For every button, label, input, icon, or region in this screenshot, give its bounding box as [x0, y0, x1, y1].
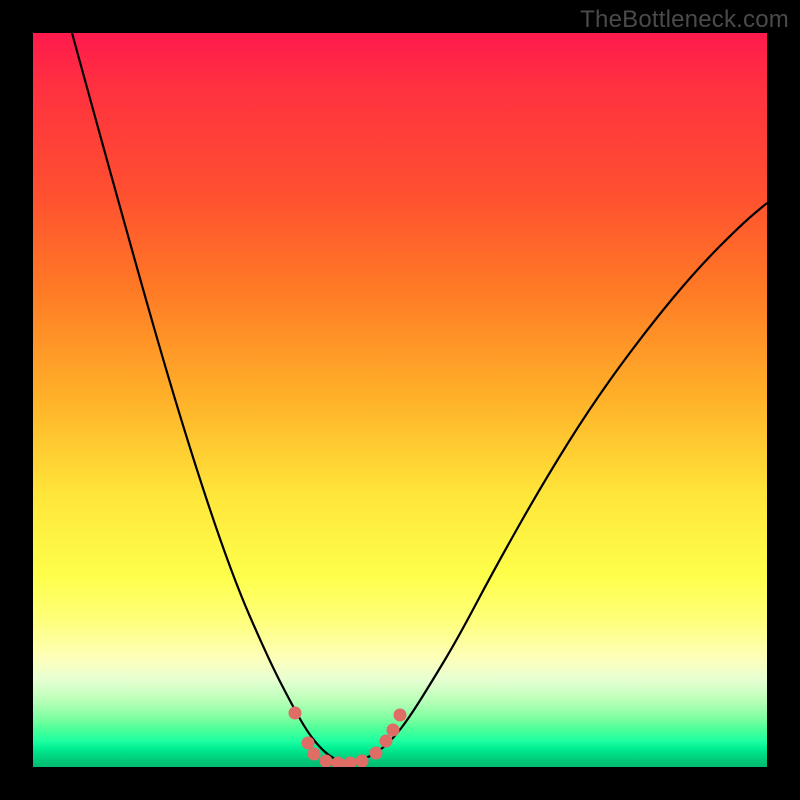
trough-dots-group [289, 707, 407, 768]
plot-area [33, 33, 767, 767]
chart-svg [33, 33, 767, 767]
trough-dot [289, 707, 302, 720]
trough-dot [356, 755, 369, 768]
watermark-text: TheBottleneck.com [580, 6, 789, 34]
trough-dot [387, 724, 400, 737]
trough-dot [370, 747, 383, 760]
bottleneck-curve [72, 33, 767, 762]
chart-frame: TheBottleneck.com [0, 0, 800, 800]
trough-dot [344, 757, 357, 768]
trough-dot [380, 735, 393, 748]
trough-dot [308, 748, 321, 761]
trough-dot [302, 737, 315, 750]
curve-path [72, 33, 767, 762]
trough-dot [394, 709, 407, 722]
trough-dot [320, 755, 333, 768]
